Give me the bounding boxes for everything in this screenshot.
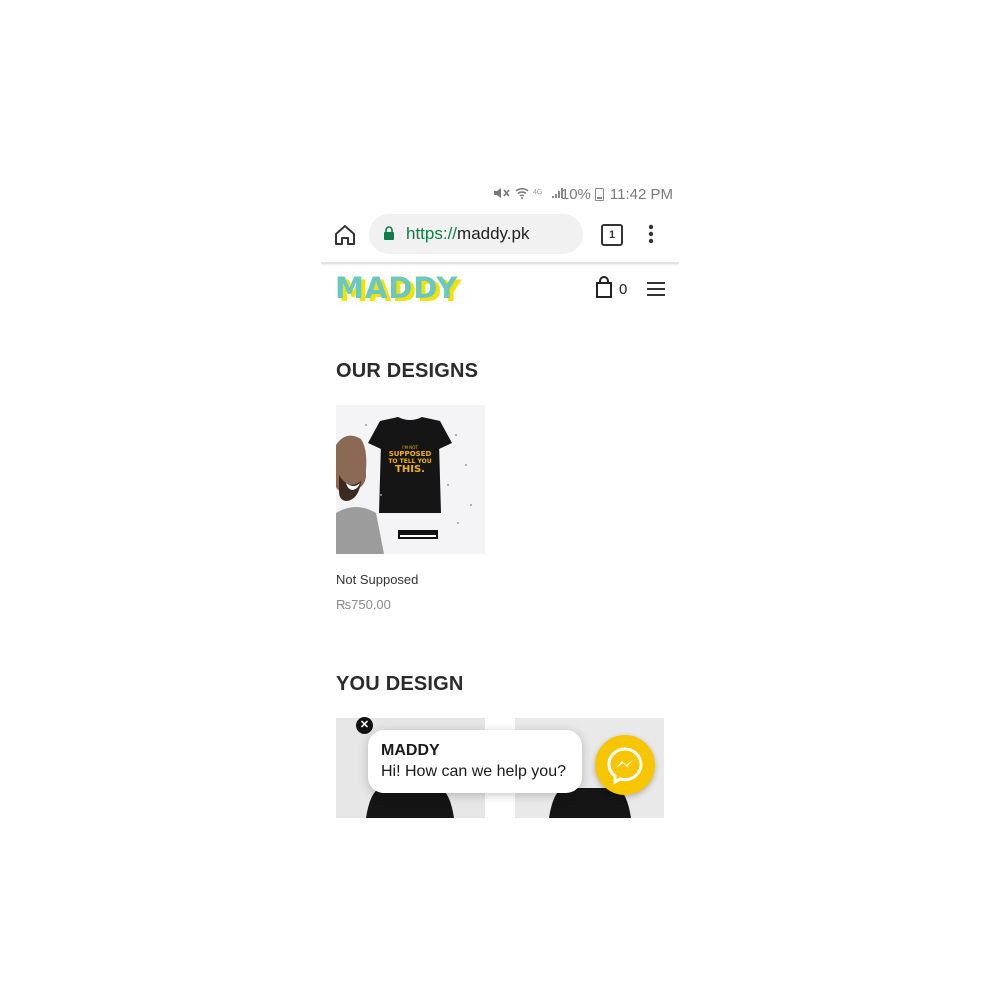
url-host: maddy.pk xyxy=(457,224,530,243)
chat-sender: MADDY xyxy=(381,742,440,759)
url-bar[interactable]: https://maddy.pk xyxy=(369,214,583,254)
cart-icon[interactable] xyxy=(595,276,613,298)
home-icon[interactable] xyxy=(333,223,357,247)
our-designs-title: OUR DESIGNS xyxy=(336,360,479,382)
you-design-title: YOU DESIGN xyxy=(336,673,464,695)
hamburger-menu-icon[interactable] xyxy=(647,282,665,296)
maddy-logo[interactable]: MADDY MADDY xyxy=(335,274,495,304)
battery-icon xyxy=(594,188,604,201)
logo-text: MADDY xyxy=(335,274,458,304)
tshirt-illustration: I'M NOT SUPPOSED TO TELL YOU THIS. xyxy=(336,405,485,554)
product-image[interactable]: I'M NOT SUPPOSED TO TELL YOU THIS. xyxy=(336,405,485,554)
product-price: ₨750.00 xyxy=(336,597,391,612)
chat-message: Hi! How can we help you? xyxy=(381,763,566,780)
url-scheme: https:// xyxy=(406,224,458,243)
messenger-button[interactable] xyxy=(595,735,655,795)
mute-icon xyxy=(494,188,510,198)
shirt-line-4: THIS. xyxy=(395,464,425,475)
shirt-line-2: SUPPOSED xyxy=(389,450,432,458)
product-name[interactable]: Not Supposed xyxy=(336,572,418,587)
cart-count[interactable]: 0 xyxy=(619,281,627,298)
status-bar: 4G 10% 11:42 PM xyxy=(321,178,679,212)
url-text: https://maddy.pk xyxy=(406,224,529,244)
svg-text:4G: 4G xyxy=(533,189,542,196)
chat-bubble[interactable]: MADDY Hi! How can we help you? xyxy=(368,730,582,793)
site-header: MADDY MADDY 0 xyxy=(321,264,679,314)
tabs-icon[interactable]: 1 xyxy=(601,224,623,246)
4g-icon: 4G xyxy=(533,189,542,196)
messenger-icon xyxy=(607,747,643,785)
wifi-icon xyxy=(515,187,529,199)
browser-toolbar: https://maddy.pk 1 xyxy=(321,212,679,264)
battery-level: 10% xyxy=(560,186,591,203)
overflow-menu-icon[interactable] xyxy=(642,222,660,246)
lock-icon xyxy=(384,226,394,240)
close-icon[interactable]: ✕ xyxy=(356,717,373,734)
mobile-screen: 4G 10% 11:42 PM https://maddy.pk 1 MADDY… xyxy=(321,178,679,818)
status-icons: 4G xyxy=(493,187,565,199)
clock: 11:42 PM xyxy=(609,186,673,203)
